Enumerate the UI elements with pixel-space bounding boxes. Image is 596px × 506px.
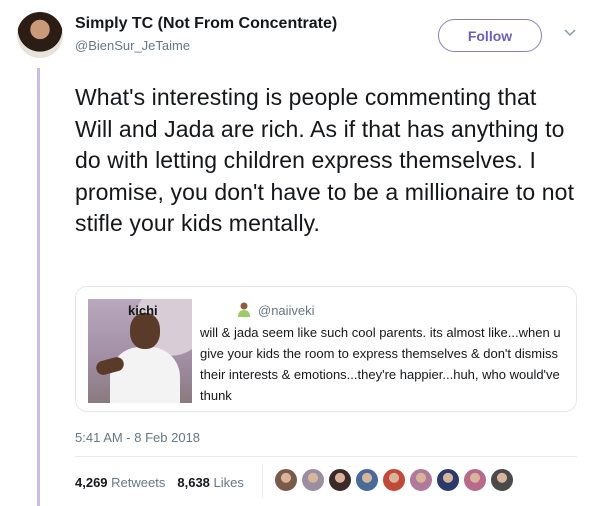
tweet-text: What's interesting is people commenting … <box>75 84 575 236</box>
author-display-name[interactable]: Simply TC (Not From Concentrate) <box>75 15 337 33</box>
person-emoji-icon <box>236 301 252 317</box>
liker-avatar[interactable] <box>328 468 352 492</box>
divider <box>75 456 577 457</box>
author-handle[interactable]: @BienSur_JeTaime <box>75 38 190 53</box>
liker-avatar[interactable] <box>301 468 325 492</box>
liker-avatar[interactable] <box>436 468 460 492</box>
quoted-author-name: kichi <box>128 303 158 318</box>
tweet-stats: 4,269 Retweets 8,638 Likes <box>75 475 244 490</box>
stats-divider <box>262 464 263 498</box>
chevron-down-icon[interactable] <box>563 28 577 38</box>
liker-avatar[interactable] <box>355 468 379 492</box>
likes-count[interactable]: 8,638 <box>177 475 210 490</box>
liker-avatar[interactable] <box>463 468 487 492</box>
likes-label[interactable]: Likes <box>214 475 244 490</box>
retweets-label[interactable]: Retweets <box>111 475 165 490</box>
liker-avatars <box>274 468 514 492</box>
quoted-tweet-text: will & jada seem like such cool parents.… <box>200 325 561 403</box>
liker-avatar[interactable] <box>409 468 433 492</box>
liker-avatar[interactable] <box>274 468 298 492</box>
thread-line <box>37 68 40 506</box>
quoted-author-handle: @naiiveki <box>258 303 315 318</box>
liker-avatar[interactable] <box>490 468 514 492</box>
follow-button[interactable]: Follow <box>438 19 542 52</box>
tweet-timestamp[interactable]: 5:41 AM - 8 Feb 2018 <box>75 430 200 445</box>
retweets-count[interactable]: 4,269 <box>75 475 108 490</box>
author-avatar[interactable] <box>17 12 63 58</box>
liker-avatar[interactable] <box>382 468 406 492</box>
